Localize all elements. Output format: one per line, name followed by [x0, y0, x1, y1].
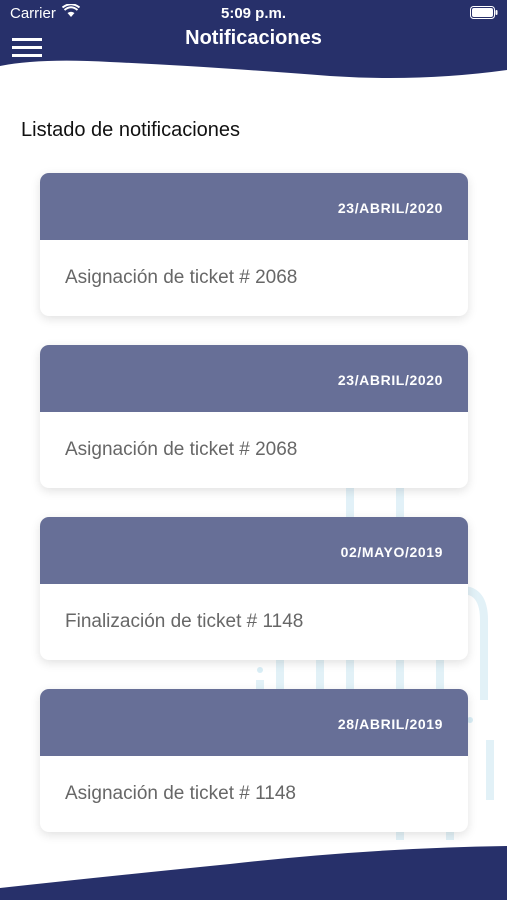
- app-header: Carrier 5:09 p.m. Notificaciones: [0, 0, 507, 80]
- notification-date: 02/MAYO/2019: [340, 544, 443, 560]
- notification-card-header: 28/ABRIL/2019: [40, 689, 468, 756]
- notification-card-body: Finalización de ticket # 1148: [40, 584, 468, 660]
- section-title: Listado de notificaciones: [21, 119, 241, 141]
- footer-wave: [0, 846, 507, 900]
- notification-card[interactable]: 28/ABRIL/2019 Asignación de ticket # 114…: [40, 689, 468, 832]
- notification-card-body: Asignación de ticket # 2068: [40, 240, 468, 316]
- notification-date: 28/ABRIL/2019: [337, 716, 443, 732]
- notification-card-header: 02/MAYO/2019: [40, 517, 468, 584]
- notification-card[interactable]: 23/ABRIL/2020 Asignación de ticket # 206…: [40, 173, 468, 316]
- notification-card[interactable]: 02/MAYO/2019 Finalización de ticket # 11…: [40, 517, 468, 660]
- notification-text: Asignación de ticket # 2068: [65, 267, 298, 288]
- notification-list: 23/ABRIL/2020 Asignación de ticket # 206…: [40, 173, 468, 861]
- notification-date: 23/ABRIL/2020: [337, 372, 443, 388]
- notification-card-header: 23/ABRIL/2020: [40, 345, 468, 412]
- battery-icon: [470, 6, 498, 19]
- status-time: 5:09 p.m.: [220, 5, 287, 22]
- notification-text: Finalización de ticket # 1148: [65, 611, 304, 632]
- notification-date: 23/ABRIL/2020: [337, 200, 443, 216]
- status-bar: Carrier 5:09 p.m.: [0, 0, 507, 28]
- notification-card-body: Asignación de ticket # 1148: [40, 756, 468, 832]
- notification-text: Asignación de ticket # 1148: [65, 783, 296, 804]
- notification-card[interactable]: 23/ABRIL/2020 Asignación de ticket # 206…: [40, 345, 468, 488]
- page-title: Notificaciones: [185, 27, 322, 49]
- notification-card-body: Asignación de ticket # 2068: [40, 412, 468, 488]
- notification-text: Asignación de ticket # 2068: [65, 439, 298, 460]
- notification-card-header: 23/ABRIL/2020: [40, 173, 468, 240]
